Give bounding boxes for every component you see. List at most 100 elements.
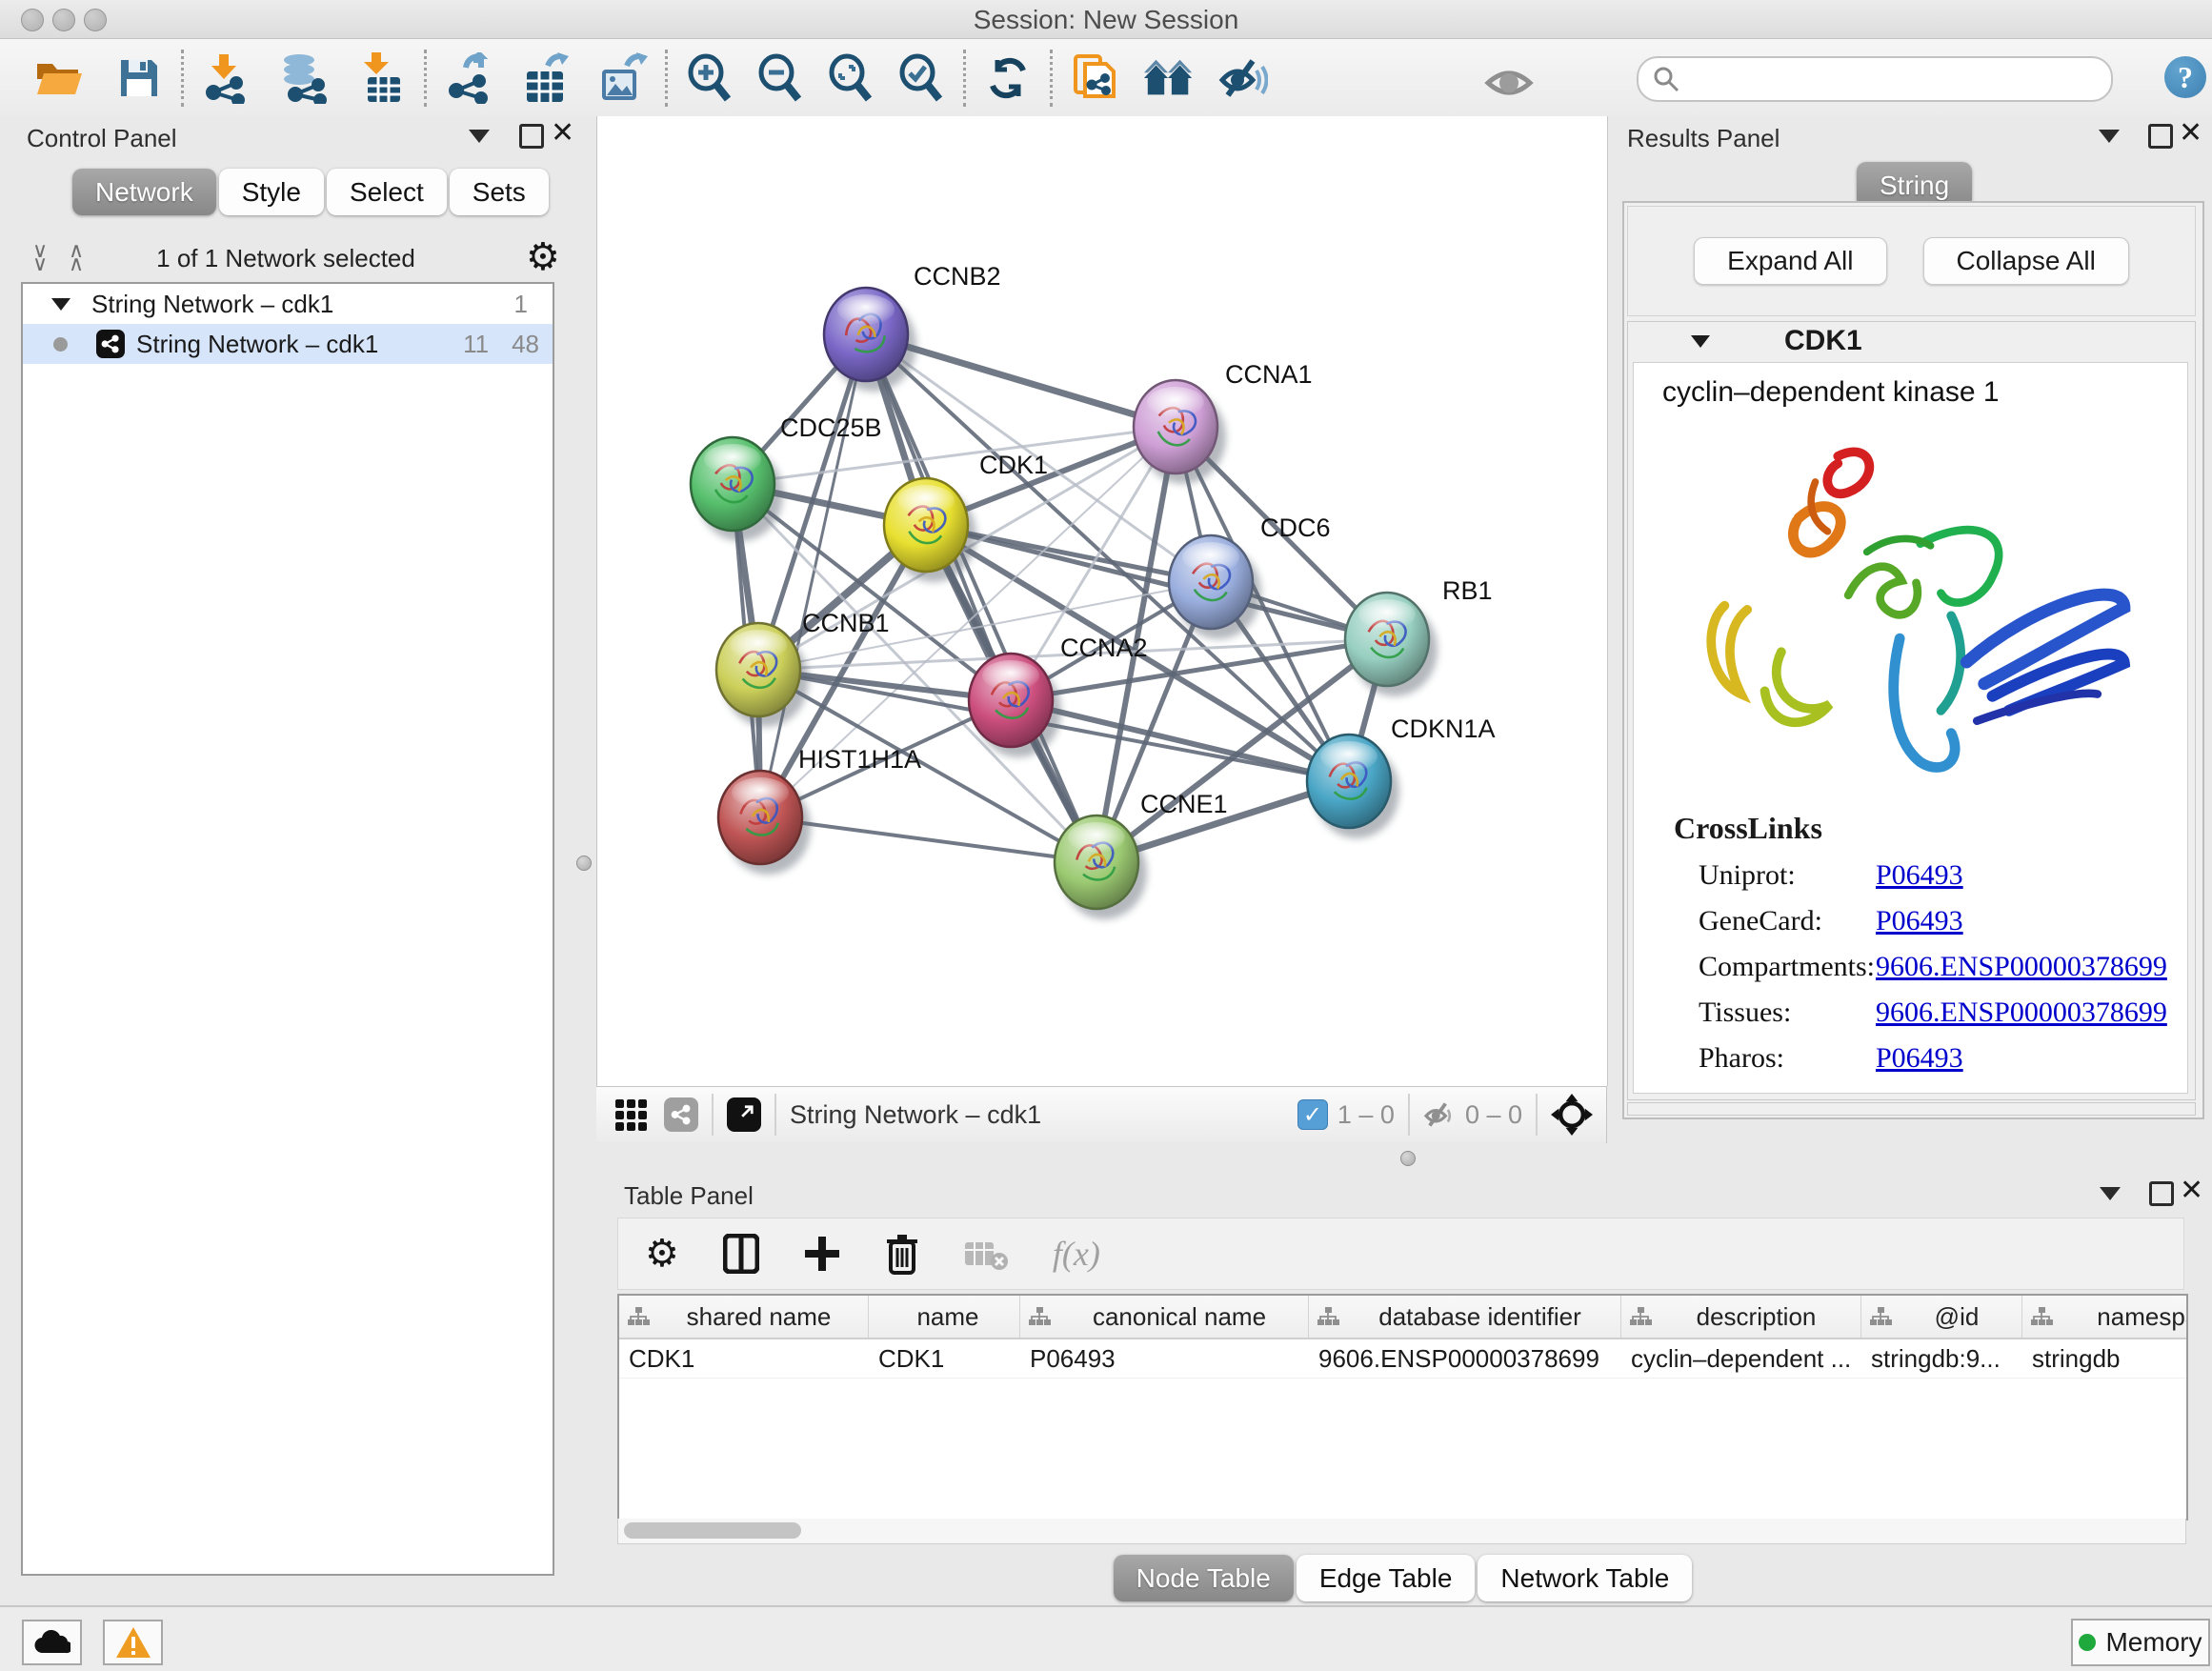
show-columns-icon[interactable] <box>723 1234 759 1274</box>
crosslink-link[interactable]: P06493 <box>1876 859 1963 892</box>
close-panel-icon[interactable]: ✕ <box>2180 1181 2203 1200</box>
node-table: shared namenamecanonical namedatabase id… <box>617 1294 2188 1520</box>
import-table-icon[interactable] <box>355 51 409 105</box>
tab-edge-table[interactable]: Edge Table <box>1297 1555 1476 1601</box>
toolbar-separator <box>774 1094 776 1136</box>
network-row[interactable]: String Network – cdk1 11 48 <box>23 324 553 364</box>
network-options-gear-icon[interactable]: ⚙ <box>526 238 560 276</box>
open-session-icon[interactable] <box>32 51 86 105</box>
import-network-from-database-icon[interactable] <box>277 51 331 105</box>
save-session-icon[interactable] <box>112 51 166 105</box>
node-label: CCNE1 <box>1140 790 1228 818</box>
gene-section-header[interactable]: CDK1 <box>1628 322 2195 360</box>
export-network-icon[interactable] <box>442 51 495 105</box>
table-cell[interactable]: 9606.ENSP00000378699 <box>1309 1344 1621 1374</box>
birds-eye-view-icon[interactable] <box>1551 1094 1593 1136</box>
horizontal-splitter[interactable] <box>596 1141 1606 1174</box>
network-node-CCNE1[interactable]: CCNE1 <box>1055 790 1228 919</box>
tab-network-table[interactable]: Network Table <box>1478 1555 1692 1601</box>
network-list-header: ∨∨ ∧∧ 1 of 1 Network selected ⚙ <box>0 240 572 280</box>
splitter-handle-icon[interactable] <box>1400 1151 1416 1166</box>
maximize-panel-icon[interactable] <box>2149 1181 2174 1206</box>
show-all-icon[interactable] <box>1482 56 1536 110</box>
create-column-icon[interactable] <box>803 1235 841 1273</box>
float-panel-icon[interactable] <box>469 130 490 143</box>
column-header-description[interactable]: description <box>1621 1296 1861 1338</box>
table-h-scrollbar[interactable] <box>617 1519 2186 1544</box>
network-view-canvas[interactable]: CCNB2CCNA1CDC25BCDK1CDC6RB1CCNB1CCNA2CDK… <box>596 116 1608 1086</box>
table-cell[interactable]: cyclin–dependent ... <box>1621 1344 1861 1374</box>
string-home-icon[interactable] <box>1142 51 1196 105</box>
toolbar-separator <box>1536 1094 1538 1136</box>
network-collection-row[interactable]: String Network – cdk1 1 <box>23 284 553 324</box>
table-cell[interactable]: stringdb:9... <box>1861 1344 2022 1374</box>
column-header-namespace[interactable]: namespace <box>2022 1296 2188 1338</box>
table-row[interactable]: CDK1CDK1P064939606.ENSP00000378699cyclin… <box>619 1339 2186 1379</box>
column-header-shared-name[interactable]: shared name <box>619 1296 869 1338</box>
maximize-panel-icon[interactable] <box>519 124 544 149</box>
network-node-RB1[interactable]: RB1 <box>1345 576 1493 696</box>
hidden-eye-icon[interactable] <box>1423 1101 1456 1128</box>
zoom-fit-icon[interactable] <box>824 51 877 105</box>
splitter-handle-icon[interactable] <box>576 856 592 871</box>
cloud-status-button[interactable] <box>22 1620 82 1665</box>
maximize-panel-icon[interactable] <box>2148 124 2173 149</box>
zoom-out-icon[interactable] <box>754 51 807 105</box>
crosslink-link[interactable]: P06493 <box>1876 905 1963 937</box>
collection-expand-icon[interactable] <box>51 298 70 311</box>
tab-sets[interactable]: Sets <box>450 169 549 215</box>
table-cell[interactable]: CDK1 <box>619 1344 869 1374</box>
network-graph[interactable]: CCNB2CCNA1CDC25BCDK1CDC6RB1CCNB1CCNA2CDK… <box>597 116 1607 1086</box>
search-input[interactable] <box>1680 61 2098 97</box>
network-node-CCNA1[interactable]: CCNA1 <box>1134 360 1313 484</box>
open-in-new-window-icon[interactable] <box>727 1097 761 1132</box>
hide-selected-icon[interactable] <box>1217 51 1270 105</box>
float-panel-icon[interactable] <box>2099 130 2120 143</box>
grid-view-icon[interactable] <box>615 1099 647 1131</box>
selected-checkbox-icon[interactable]: ✓ <box>1297 1099 1328 1130</box>
crosslink-link[interactable]: 9606.ENSP00000378699 <box>1876 997 2167 1029</box>
expand-all-button[interactable]: Expand All <box>1694 237 1886 285</box>
search-icon <box>1652 65 1680 93</box>
zoom-selected-icon[interactable] <box>895 51 948 105</box>
section-expand-icon[interactable] <box>1691 335 1710 348</box>
export-image-icon[interactable] <box>596 51 650 105</box>
delete-column-icon[interactable] <box>885 1233 919 1275</box>
network-node-CDKN1A[interactable]: CDKN1A <box>1307 715 1496 838</box>
memory-button[interactable]: Memory <box>2071 1619 2210 1666</box>
network-edge[interactable] <box>760 817 1096 862</box>
column-header-canonical-name[interactable]: canonical name <box>1020 1296 1309 1338</box>
crosslink-link[interactable]: P06493 <box>1876 1042 1963 1075</box>
clone-network-icon[interactable] <box>1068 51 1121 105</box>
column-header-name[interactable]: name <box>869 1296 1020 1338</box>
crosslink-link[interactable]: 9606.ENSP00000378699 <box>1876 951 2167 983</box>
tab-node-table[interactable]: Node Table <box>1114 1555 1294 1601</box>
table-options-gear-icon[interactable]: ⚙ <box>645 1235 679 1273</box>
network-edge[interactable] <box>866 334 1096 862</box>
network-share-icon[interactable] <box>664 1097 698 1132</box>
refresh-icon[interactable] <box>981 51 1035 105</box>
left-splitter[interactable] <box>572 116 596 1605</box>
close-panel-icon[interactable]: ✕ <box>2179 124 2202 143</box>
table-cell[interactable]: P06493 <box>1020 1344 1309 1374</box>
network-node-HIST1H1A[interactable]: HIST1H1A <box>718 745 921 875</box>
network-node-CCNB2[interactable]: CCNB2 <box>824 262 1001 392</box>
float-panel-icon[interactable] <box>2100 1187 2121 1200</box>
network-node-CCNB1[interactable]: CCNB1 <box>716 609 890 727</box>
table-cell[interactable]: CDK1 <box>869 1344 1020 1374</box>
tab-network[interactable]: Network <box>72 169 216 215</box>
column-header--id[interactable]: @id <box>1861 1296 2022 1338</box>
column-header-database-identifier[interactable]: database identifier <box>1309 1296 1621 1338</box>
tab-select[interactable]: Select <box>327 169 447 215</box>
help-icon[interactable]: ? <box>2164 56 2206 98</box>
zoom-in-icon[interactable] <box>683 51 736 105</box>
export-table-icon[interactable] <box>520 51 573 105</box>
table-cell[interactable]: stringdb <box>2022 1344 2188 1374</box>
warnings-button[interactable] <box>103 1620 163 1665</box>
import-network-icon[interactable] <box>199 51 252 105</box>
collapse-all-button[interactable]: Collapse All <box>1923 237 2129 285</box>
network-edge[interactable] <box>1011 700 1349 781</box>
toolbar-separator <box>1050 50 1053 107</box>
scrollbar-thumb[interactable] <box>624 1522 801 1539</box>
tab-style[interactable]: Style <box>219 169 324 215</box>
